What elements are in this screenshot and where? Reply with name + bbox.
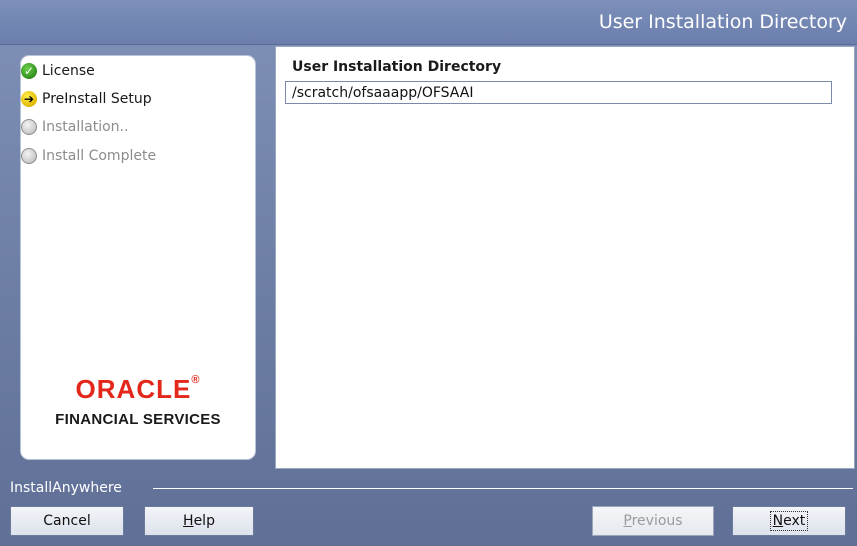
step-label: PreInstall Setup [42, 91, 152, 107]
divider-line [153, 488, 853, 489]
step-label: License [42, 63, 95, 79]
page-title: User Installation Directory [598, 11, 847, 33]
check-circle-icon: ✓ [21, 63, 37, 79]
next-button[interactable]: Next [732, 506, 846, 536]
install-dir-label: User Installation Directory [292, 59, 502, 75]
header-bar: User Installation Directory [0, 0, 857, 45]
footer-divider: InstallAnywhere [0, 480, 857, 496]
help-button[interactable]: Help [144, 506, 254, 536]
steps-panel: ✓ License ➔ PreInstall Setup Installatio… [20, 55, 256, 460]
previous-button[interactable]: Previous [592, 506, 714, 536]
empty-circle-icon [21, 119, 37, 135]
financial-services-text: FINANCIAL SERVICES [55, 411, 221, 428]
installanywhere-label: InstallAnywhere [10, 480, 122, 496]
content-panel: User Installation Directory [275, 46, 855, 469]
arrow-circle-icon: ➔ [21, 91, 37, 107]
oracle-wordmark: ORACLE® [75, 374, 201, 404]
empty-circle-icon [21, 148, 37, 164]
install-dir-input[interactable] [285, 81, 832, 104]
step-label: Installation.. [42, 119, 129, 135]
oracle-logo: ORACLE® FINANCIAL SERVICES [21, 374, 255, 428]
step-label: Install Complete [42, 148, 157, 164]
installer-window: User Installation Directory ✓ License ➔ … [0, 0, 857, 546]
cancel-button[interactable]: Cancel [10, 506, 124, 536]
